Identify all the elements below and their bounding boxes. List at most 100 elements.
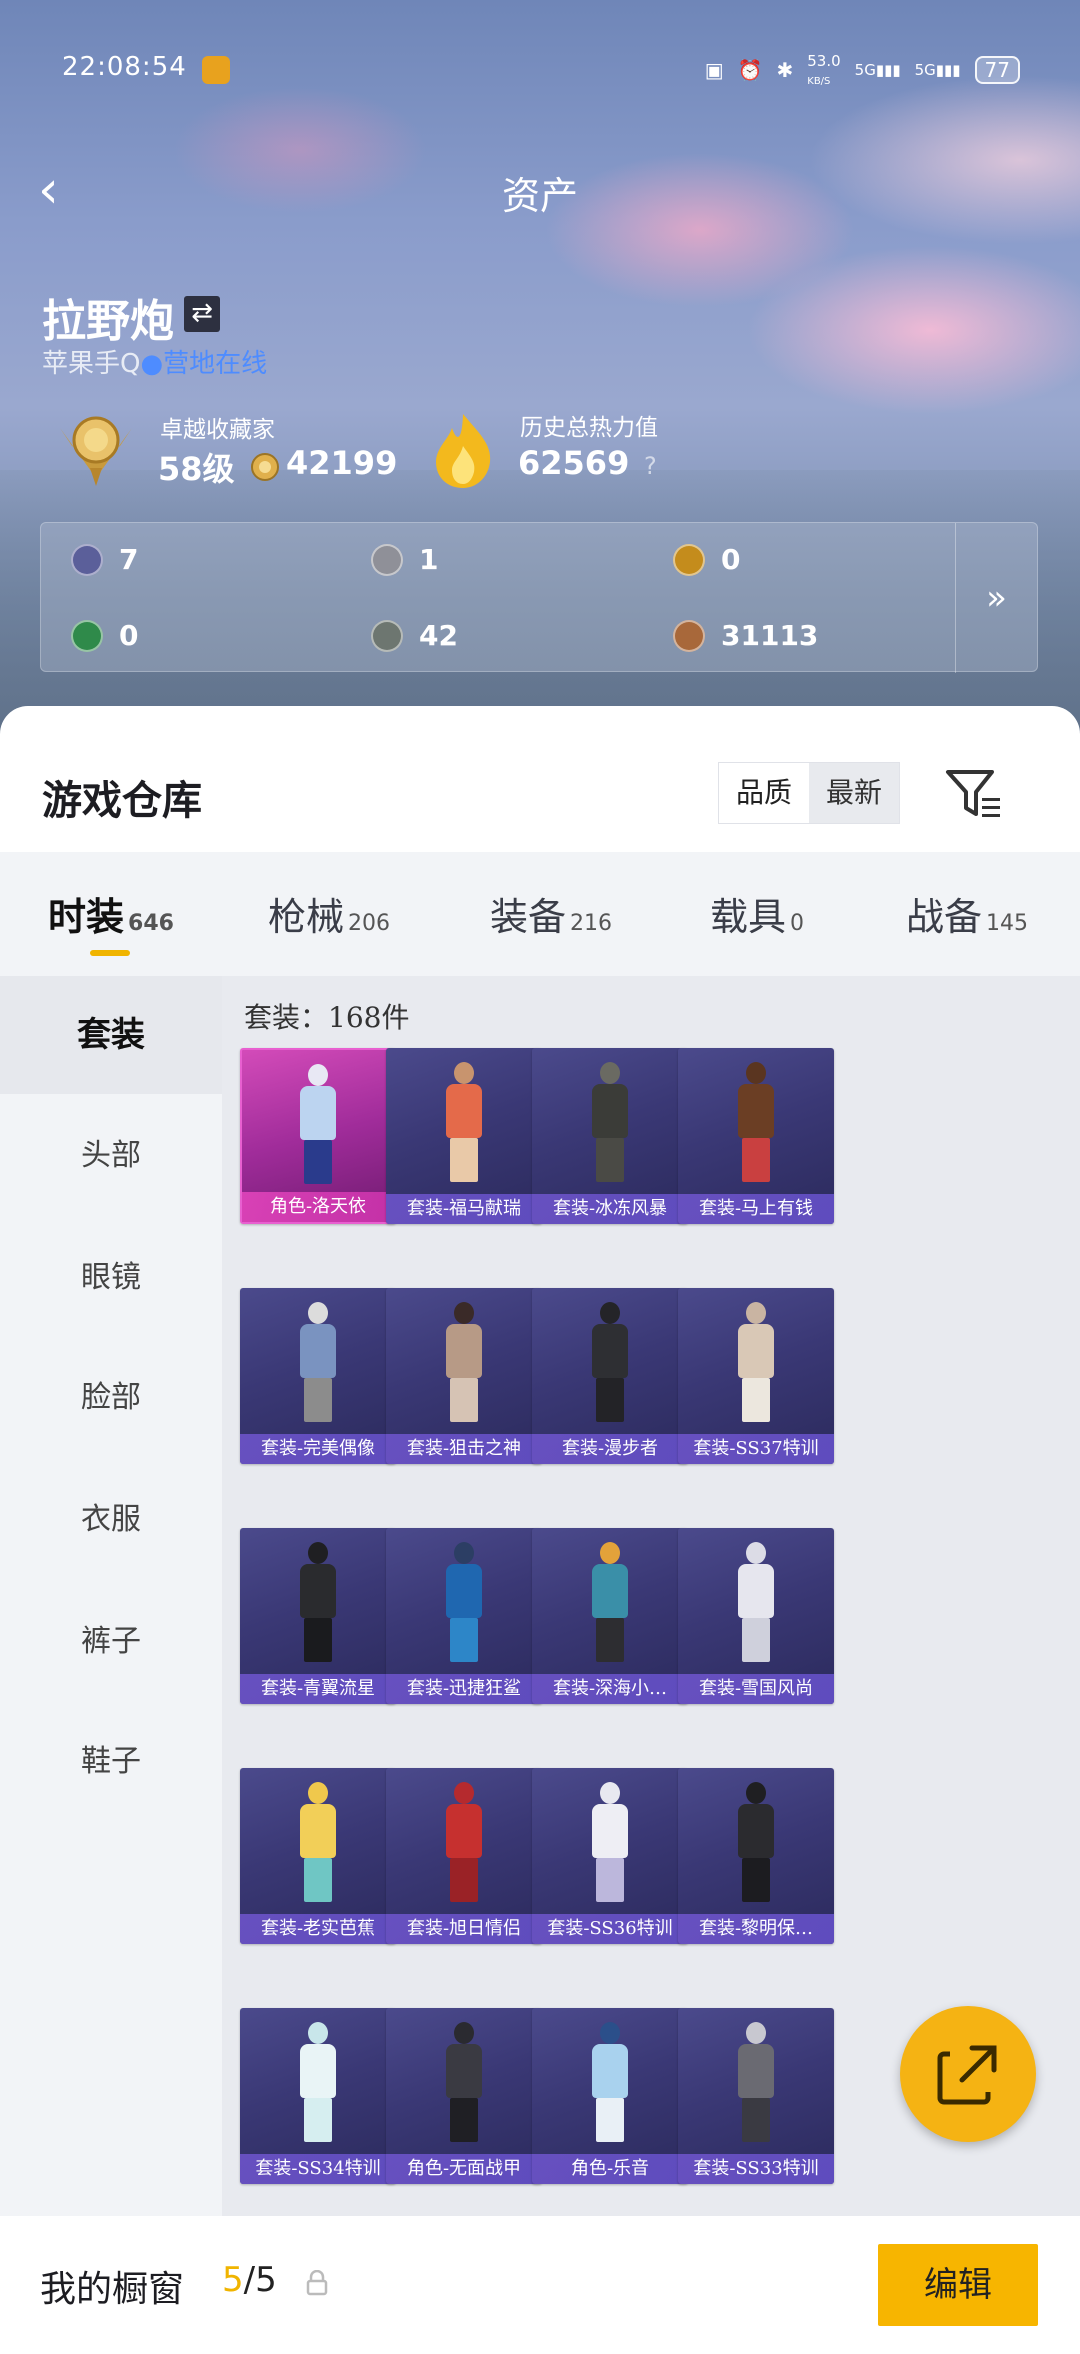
subcategory-clothes[interactable]: 衣服: [0, 1470, 222, 1570]
item-label: 套装-SS33特训: [678, 2154, 834, 2184]
figure-legs: [596, 1138, 624, 1182]
item-card[interactable]: 角色-洛天依: [240, 1048, 396, 1224]
item-card[interactable]: 角色-无面战甲: [386, 2008, 542, 2184]
item-card[interactable]: 套装-旭日情侣: [386, 1768, 542, 1944]
figure-head: [454, 2022, 474, 2044]
item-card[interactable]: 套装-漫步者: [532, 1288, 688, 1464]
item-card[interactable]: 套装-完美偶像: [240, 1288, 396, 1464]
figure-head: [308, 2022, 328, 2044]
item-card[interactable]: 套装-雪国风尚: [678, 1528, 834, 1704]
item-card[interactable]: 套装-福马献瑞: [386, 1048, 542, 1224]
item-label: 套装-深海小…: [532, 1674, 688, 1704]
rank-level: 58级: [158, 450, 235, 488]
figure-legs: [450, 1618, 478, 1662]
item-card[interactable]: 套装-老实芭蕉: [240, 1768, 396, 1944]
item-thumbnail: [726, 2022, 786, 2142]
figure-head: [600, 1302, 620, 1324]
figure-legs: [304, 1858, 332, 1902]
tab-combat-gear[interactable]: 战备 145: [906, 886, 1028, 941]
edit-showcase-button[interactable]: 编辑: [878, 2244, 1038, 2326]
figure-head: [600, 1782, 620, 1804]
item-card[interactable]: 套装-狙击之神: [386, 1288, 542, 1464]
figure-head: [308, 1542, 328, 1564]
item-card[interactable]: 角色-乐音: [532, 2008, 688, 2184]
figure-legs: [742, 2098, 770, 2142]
item-card[interactable]: 套装-马上有钱: [678, 1048, 834, 1224]
filter-icon[interactable]: [944, 766, 1004, 822]
grey-orb-icon: [371, 619, 403, 652]
figure-body: [446, 1804, 482, 1858]
sort-quality-button[interactable]: 品质: [719, 763, 809, 823]
item-card[interactable]: 套装-青翼流星: [240, 1528, 396, 1704]
item-label: 角色-无面战甲: [386, 2154, 542, 2184]
figure-head: [600, 1062, 620, 1084]
category-tabs: 时装 646 枪械 206 装备 216 载具 0 战备 145: [0, 852, 1080, 976]
item-label: 套装-SS34特训: [240, 2154, 396, 2184]
item-thumbnail: [288, 2022, 348, 2142]
figure-head: [454, 1542, 474, 1564]
figure-legs: [596, 1618, 624, 1662]
subcategory-head[interactable]: 头部: [0, 1106, 222, 1206]
stat-item: 0: [673, 543, 740, 576]
purple-card-icon: [71, 543, 103, 576]
sort-toggle: 品质 最新: [718, 762, 900, 824]
figure-legs: [742, 1138, 770, 1182]
figure-head: [600, 1542, 620, 1564]
item-card[interactable]: 套装-SS33特训: [678, 2008, 834, 2184]
item-label: 套装-SS37特训: [678, 1434, 834, 1464]
figure-head: [746, 1542, 766, 1564]
share-button[interactable]: [900, 2006, 1036, 2142]
subcategory-face[interactable]: 脸部: [0, 1348, 222, 1448]
figure-legs: [304, 1618, 332, 1662]
figure-head: [600, 2022, 620, 2044]
tab-equipment[interactable]: 装备 216: [490, 886, 612, 941]
battery-icon: 77: [974, 56, 1020, 84]
item-card[interactable]: 套装-冰冻风暴: [532, 1048, 688, 1224]
sort-newest-button[interactable]: 最新: [809, 763, 899, 823]
subcategory-pants[interactable]: 裤子: [0, 1592, 222, 1692]
subcategory-shoes[interactable]: 鞋子: [0, 1712, 222, 1812]
figure-head: [308, 1064, 328, 1086]
figure-body: [300, 1564, 336, 1618]
net-speed: 53.0 KB/S: [807, 52, 841, 87]
online-status: 营地在线: [163, 349, 268, 379]
tab-fashion[interactable]: 时装 646: [48, 886, 174, 941]
online-dot-icon: ●: [140, 349, 164, 379]
switch-account-icon[interactable]: ⇄: [184, 296, 220, 332]
figure-head: [454, 1782, 474, 1804]
active-tab-indicator: [90, 950, 130, 956]
item-label: 套装-完美偶像: [240, 1434, 396, 1464]
item-thumbnail: [726, 1542, 786, 1662]
item-thumbnail: [434, 1302, 494, 1422]
item-card[interactable]: 套装-SS36特训: [532, 1768, 688, 1944]
figure-body: [592, 2044, 628, 2098]
figure-body: [446, 2044, 482, 2098]
item-card[interactable]: 套装-SS34特训: [240, 2008, 396, 2184]
subcategory-suit[interactable]: 套装: [0, 976, 222, 1094]
item-thumbnail: [434, 1062, 494, 1182]
status-time: 22:08:54: [62, 52, 187, 82]
item-card[interactable]: 套装-黎明保…: [678, 1768, 834, 1944]
stat-value: 0: [721, 543, 741, 576]
figure-head: [454, 1062, 474, 1084]
tab-vehicles[interactable]: 载具 0: [710, 886, 804, 941]
figure-body: [592, 1084, 628, 1138]
collector-medal-icon: [60, 416, 132, 486]
subcategory-glasses[interactable]: 眼镜: [0, 1228, 222, 1328]
stat-item: 7: [71, 543, 138, 576]
figure-legs: [304, 2098, 332, 2142]
item-label: 套装-马上有钱: [678, 1194, 834, 1224]
stat-value: 31113: [721, 619, 819, 652]
help-icon[interactable]: ?: [644, 452, 657, 480]
item-card[interactable]: 套装-深海小…: [532, 1528, 688, 1704]
item-card[interactable]: 套装-SS37特训: [678, 1288, 834, 1464]
signal-icon-1: 5G▮▮▮: [854, 61, 901, 79]
expand-stats-button[interactable]: »: [955, 523, 1037, 673]
tab-firearms[interactable]: 枪械 206: [268, 886, 390, 941]
bronze-orb-icon: [673, 619, 705, 652]
user-subtitle: 苹果手Q●营地在线: [42, 343, 267, 380]
subcategory-sidebar: 套装 头部 眼镜 脸部 衣服 裤子 鞋子: [0, 976, 222, 2216]
stat-item: 42: [371, 619, 458, 652]
stat-item: 1: [371, 543, 438, 576]
item-card[interactable]: 套装-迅捷狂鲨: [386, 1528, 542, 1704]
